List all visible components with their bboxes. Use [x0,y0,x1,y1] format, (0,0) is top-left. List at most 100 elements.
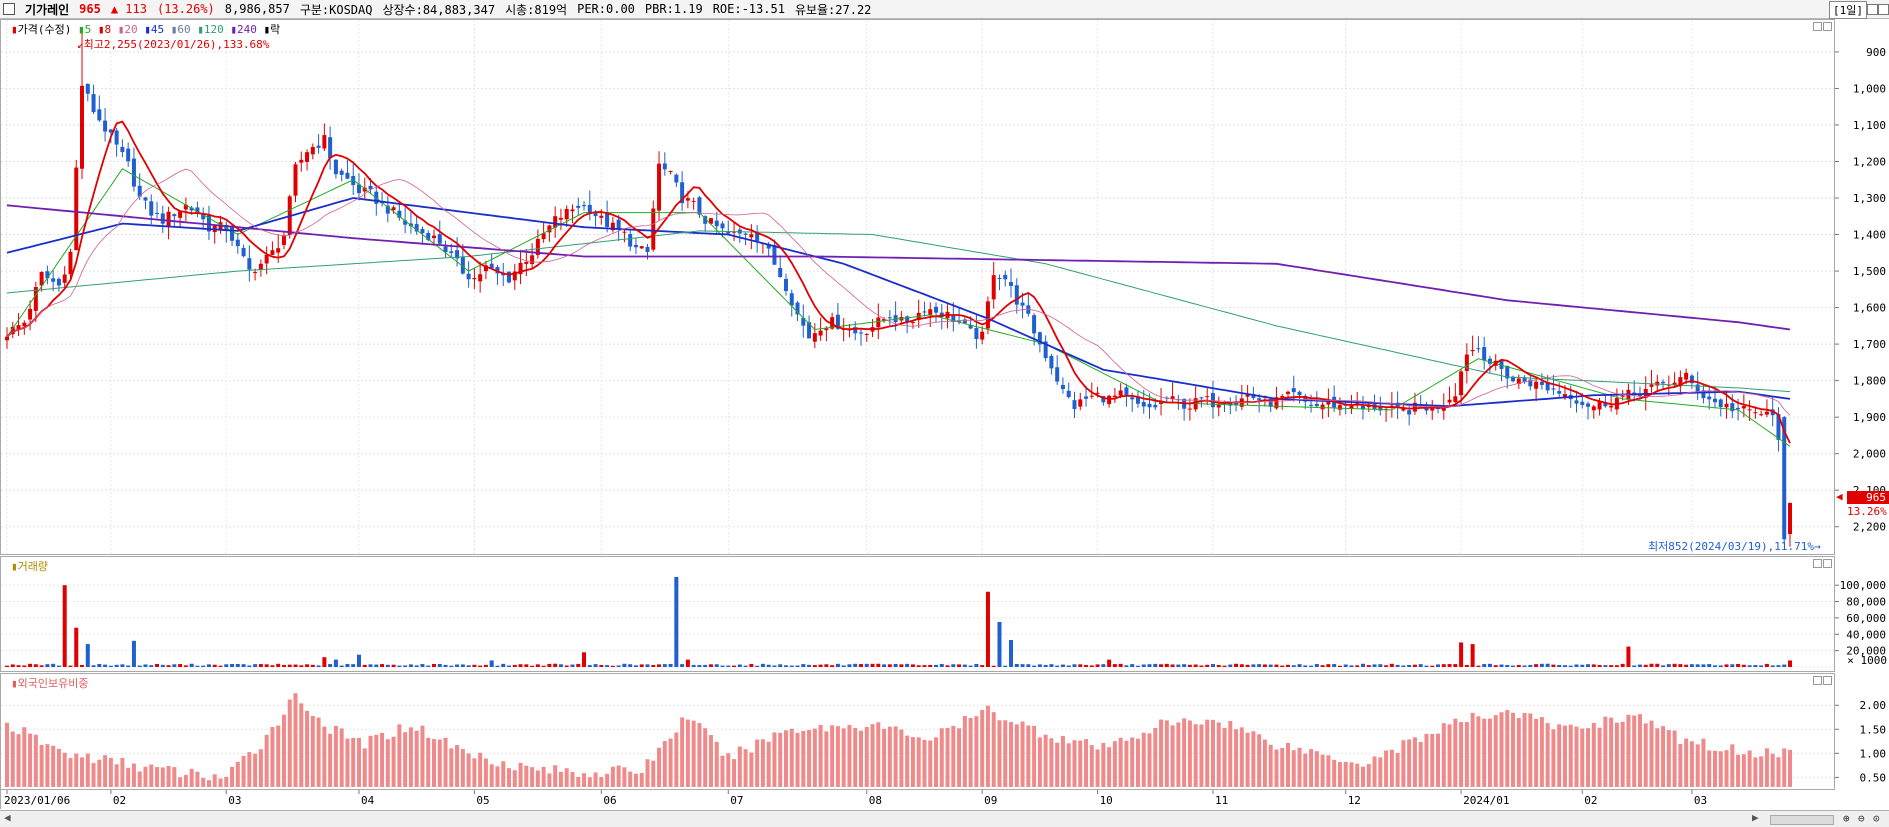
candle-body [1107,395,1112,405]
candle-body [131,158,136,187]
window-button-2[interactable] [1878,4,1889,15]
foreign-bar [1332,759,1337,787]
legend-ma20[interactable]: 20 [124,23,137,36]
foreign-ratio-chart[interactable] [1,674,1834,789]
candle-body [910,321,915,323]
panel-minimize-button[interactable] [1813,22,1822,31]
volume-chart[interactable] [1,557,1834,671]
volume-bar [1245,664,1250,667]
foreign-bar [91,763,96,787]
price-tick-label: 2,200 [1853,521,1886,534]
foreign-bar [1176,722,1181,787]
volume-tick-label: 60,000 [1846,612,1886,625]
foreign-bar [270,727,275,787]
volume-bar [1326,664,1331,667]
zoom-out-icon[interactable]: ⊖ [1858,812,1865,825]
foreign-bar [1591,722,1596,787]
volume-panel-minimize-button[interactable] [1813,559,1822,568]
foreign-bar [183,774,188,787]
foreign-bar [778,732,783,787]
legend-ma120[interactable]: 120 [204,23,224,36]
foreign-bar [518,762,523,787]
scroll-thumb[interactable] [1770,815,1834,825]
volume-bar [1384,665,1389,667]
foreign-bar [674,732,679,787]
foreign-bar [339,728,344,787]
volume-bar [1661,665,1666,667]
volume-bar [1753,665,1758,667]
scroll-left-icon[interactable]: ◀ [4,811,11,824]
moving-average-ma120 [6,230,1791,393]
zoom-in-icon[interactable]: ⊕ [1843,812,1850,825]
candle-body [564,208,569,220]
panel-close-button[interactable] [1823,22,1832,31]
foreign-bar [1389,749,1394,787]
foreign-bar [570,772,575,787]
candle-body [316,145,321,148]
legend-ma45[interactable]: 45 [151,23,164,36]
foreign-bar [628,771,633,787]
foreign-bar [1741,754,1746,787]
volume-bar [1764,663,1769,667]
volume-bar [535,664,540,667]
price-chart[interactable] [1,20,1834,554]
foreign-bar [1712,750,1717,787]
volume-bar [1280,665,1285,667]
volume-bar [668,663,673,667]
foreign-bar [934,737,939,787]
volume-bar [45,664,50,667]
foreign-panel-minimize-button[interactable] [1813,676,1822,685]
candle-body [264,254,269,264]
volume-bar [1614,665,1619,667]
low-note-text: 최저852(2024/03/19),11.71% [1648,540,1814,553]
foreign-bar [22,727,27,787]
candle-body [1684,372,1689,380]
scroll-right-icon[interactable]: ▶ [1752,811,1759,824]
x-tick-label: 04 [361,794,375,807]
candle-body [1707,396,1712,400]
candle-body [1591,406,1596,411]
volume-bar [1026,664,1031,667]
volume-bar [1366,665,1371,667]
foreign-panel-close-button[interactable] [1823,676,1832,685]
volume-bar [1285,664,1290,667]
foreign-bar [1718,751,1723,787]
volume-bar [657,664,662,667]
candle-body [657,163,662,211]
foreign-bar [1147,733,1152,787]
foreign-bar [1378,757,1383,787]
legend-lock[interactable]: 락 [270,23,280,36]
volume-bar [593,664,598,667]
volume-bar [685,659,690,667]
volume-bar [501,663,506,667]
legend-ma5[interactable]: 5 [85,23,92,36]
foreign-bar [391,736,396,787]
volume-bar [1447,664,1452,667]
period-selector[interactable]: [1일] [1829,1,1867,19]
volume-bar [5,665,9,667]
legend-price[interactable]: 가격(수정) [18,23,72,36]
legend-ma8[interactable]: 8 [104,23,111,36]
volume-bar [16,665,21,667]
candle-body [1609,405,1614,408]
candle-body [339,170,344,175]
volume-bar [356,654,361,667]
volume-bar [778,664,783,667]
candle-body [622,231,627,233]
window-button-1[interactable] [1867,4,1878,15]
volume-bar [362,664,367,667]
volume-bar [858,664,863,667]
foreign-bar [1222,727,1227,787]
checkbox[interactable] [3,3,15,15]
volume-bar [1060,664,1065,667]
zoom-reset-icon[interactable]: ⊙ [1873,812,1880,825]
volume-bar [1591,664,1596,667]
foreign-title: ▮외국인보유비중 [11,677,89,690]
legend-ma240[interactable]: 240 [237,23,257,36]
current-price-label: 965 [1847,491,1889,504]
volume-bar [899,664,904,667]
candle-body [749,234,754,238]
legend-ma60[interactable]: 60 [177,23,190,36]
volume-panel-close-button[interactable] [1823,559,1832,568]
foreign-bar [310,715,315,787]
